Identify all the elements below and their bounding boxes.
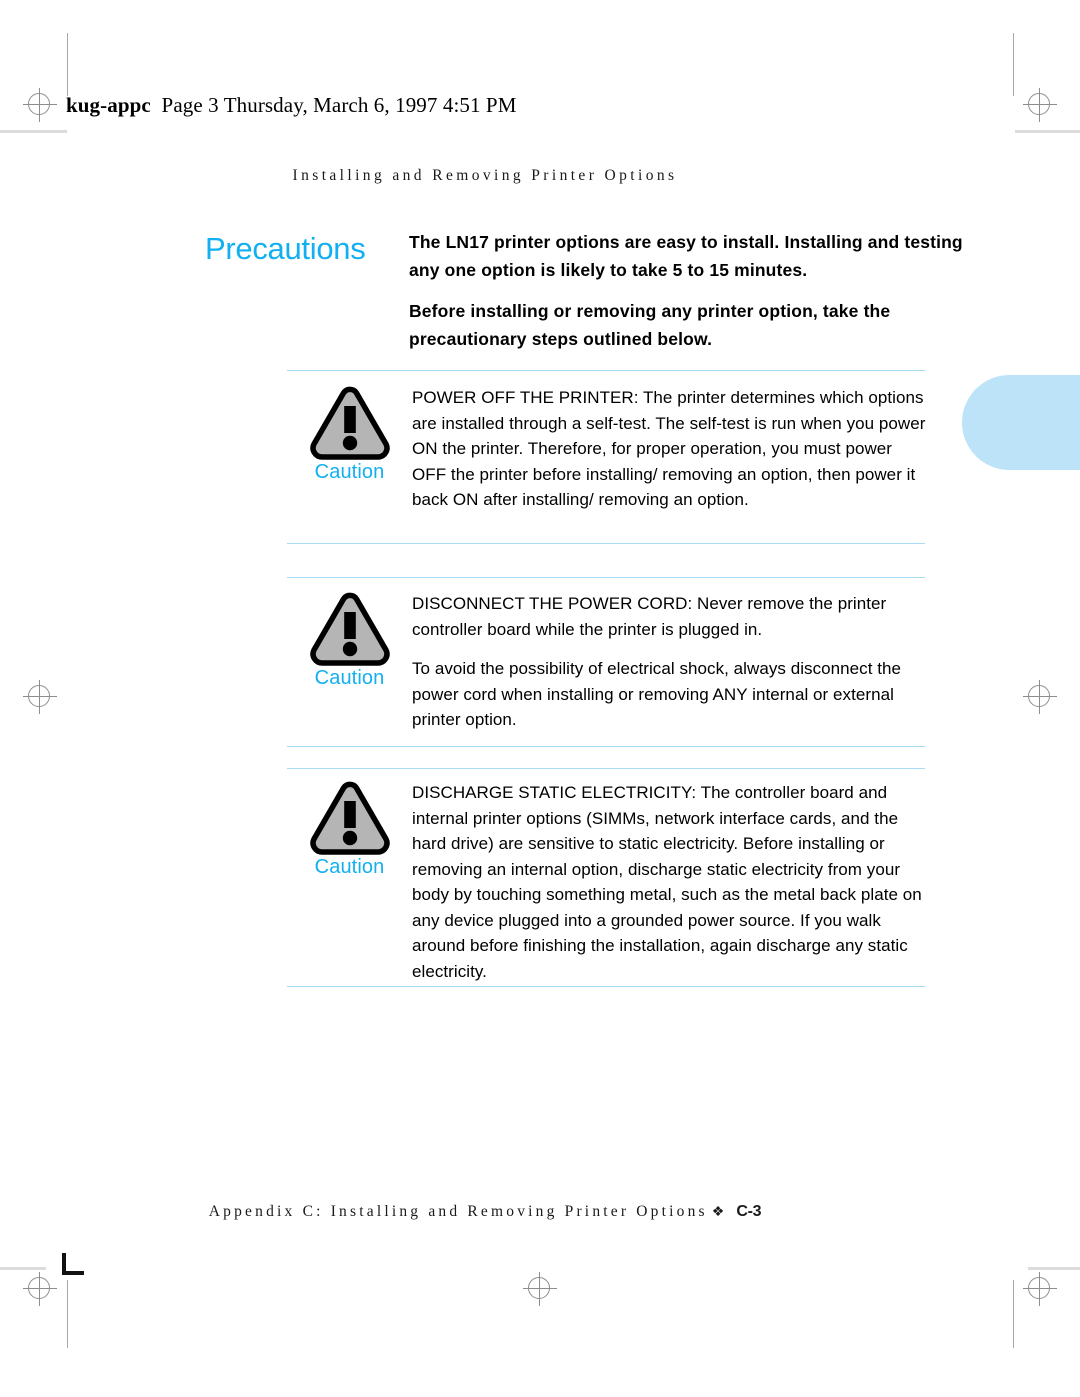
intro-paragraph: Before installing or removing any printe… xyxy=(409,301,891,349)
caution-text: POWER OFF THE PRINTER: The printer deter… xyxy=(412,383,927,513)
divider-rule-bottom xyxy=(287,986,925,987)
crop-line-bottom-left-vertical xyxy=(67,1280,68,1348)
registration-mark-bottom-right xyxy=(1023,1272,1057,1306)
caution-paragraph: POWER OFF THE PRINTER: The printer deter… xyxy=(412,388,926,509)
warning-triangle-icon xyxy=(309,781,390,855)
caution-text: DISCONNECT THE POWER CORD: Never remove … xyxy=(412,589,927,733)
diamond-icon: ❖ xyxy=(711,1205,725,1220)
caution-paragraph: DISCHARGE STATIC ELECTRICITY: The contro… xyxy=(412,783,922,981)
intro-paragraph: The LN17 printer options are easy to ins… xyxy=(409,232,963,280)
caution-block: Caution DISCHARGE STATIC ELECTRICITY: Th… xyxy=(287,778,927,984)
registration-mark-top-right xyxy=(1023,88,1057,122)
thumb-tab-marker xyxy=(962,375,1080,470)
corner-crop-mark-bottom-left xyxy=(62,1253,84,1275)
caution-paragraph: To avoid the possibility of electrical s… xyxy=(412,659,902,729)
crop-line-bottom-right-horizontal xyxy=(1028,1267,1080,1270)
crop-line-top-right-vertical xyxy=(1013,33,1014,96)
caution-marker: Caution xyxy=(287,778,412,879)
registration-mark-right-middle xyxy=(1023,680,1057,714)
footer-title: Appendix C: Installing and Removing Prin… xyxy=(208,1203,708,1220)
page-file-stamp-rest: Page 3 Thursday, March 6, 1997 4:51 PM xyxy=(161,93,517,117)
warning-triangle-icon xyxy=(309,592,390,666)
crop-line-top-left-vertical xyxy=(67,33,68,96)
divider-rule-1 xyxy=(287,543,925,544)
divider-rule-4 xyxy=(287,768,925,769)
crop-line-top-right-horizontal xyxy=(1015,130,1080,133)
caution-paragraph: DISCONNECT THE POWER CORD: Never remove … xyxy=(412,594,887,639)
registration-mark-bottom-center xyxy=(523,1272,557,1306)
page-title: Precautions xyxy=(205,231,366,266)
caution-marker: Caution xyxy=(287,589,412,690)
caution-block: Caution POWER OFF THE PRINTER: The print… xyxy=(287,383,927,513)
section-intro: The LN17 printer options are easy to ins… xyxy=(409,228,965,353)
caution-marker: Caution xyxy=(287,383,412,484)
page-footer: Appendix C: Installing and Removing Prin… xyxy=(0,1203,970,1221)
registration-mark-bottom-left xyxy=(23,1272,57,1306)
divider-rule-2 xyxy=(287,577,925,578)
page-file-stamp: kug-appc Page 3 Thursday, March 6, 1997 … xyxy=(66,93,516,118)
caution-block: Caution DISCONNECT THE POWER CORD: Never… xyxy=(287,589,927,733)
caution-label: Caution xyxy=(314,856,385,878)
caution-label: Caution xyxy=(314,461,385,483)
divider-rule-top xyxy=(287,370,925,371)
caution-label: Caution xyxy=(314,667,385,689)
registration-mark-left-middle xyxy=(23,680,57,714)
page-number: C-3 xyxy=(736,1203,762,1220)
registration-mark-top-left xyxy=(23,88,57,122)
crop-line-top-left-horizontal xyxy=(0,130,67,133)
running-header: Installing and Removing Printer Options xyxy=(292,167,678,184)
warning-triangle-icon xyxy=(309,386,390,460)
section-header: Precautions The LN17 printer options are… xyxy=(205,228,965,353)
crop-line-bottom-right-vertical xyxy=(1013,1280,1014,1348)
divider-rule-3 xyxy=(287,746,925,747)
caution-text: DISCHARGE STATIC ELECTRICITY: The contro… xyxy=(412,778,927,984)
crop-line-bottom-left-horizontal xyxy=(0,1267,46,1270)
page-file-stamp-name: kug-appc xyxy=(66,93,151,117)
